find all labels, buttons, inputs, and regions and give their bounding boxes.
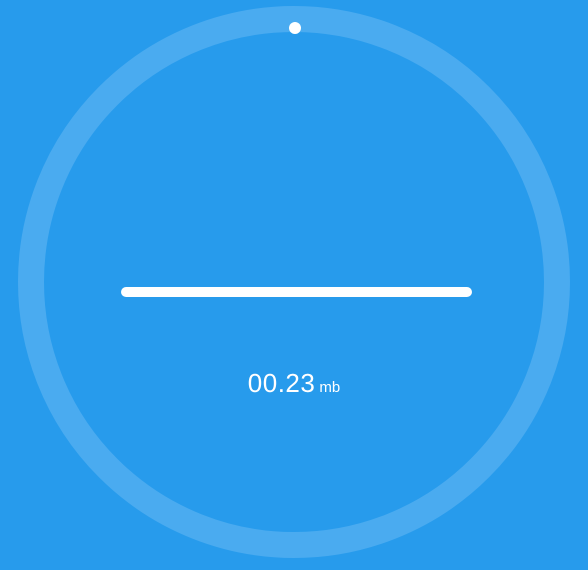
waveform-bar — [121, 287, 472, 297]
progress-ring-indicator-dot — [289, 22, 301, 34]
progress-dial — [18, 6, 570, 558]
data-amount-unit: mb — [319, 379, 341, 396]
data-amount-value: 00.23 — [247, 368, 316, 398]
data-readout: 00.23 mb — [0, 368, 588, 399]
progress-ring-track — [18, 6, 570, 558]
speed-test-screen: 00.23 mb — [0, 0, 588, 570]
